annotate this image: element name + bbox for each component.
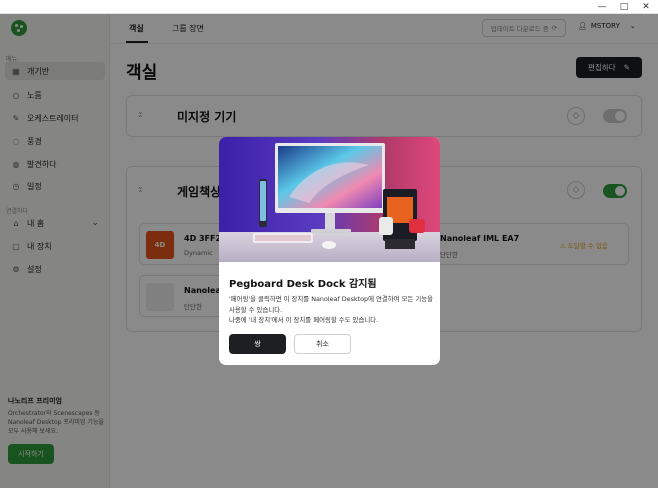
dialog-body-line1: '페어링'을 클릭하면 이 장치를 Nanoleaf Desktop에 연결하여… xyxy=(229,295,433,314)
dialog-title: Pegboard Desk Dock 감지됨 xyxy=(229,279,377,290)
cancel-button[interactable]: 취소 xyxy=(294,334,351,354)
window-titlebar: — □ ✕ xyxy=(0,0,658,14)
dialog-body: '페어링'을 클릭하면 이 장치를 Nanoleaf Desktop에 연결하여… xyxy=(229,294,435,326)
device-detected-dialog: Pegboard Desk Dock 감지됨 '페어링'을 클릭하면 이 장치를… xyxy=(219,137,440,365)
maximize-button[interactable]: □ xyxy=(614,1,634,13)
pegboard-desk-dock-photo xyxy=(219,137,440,262)
dialog-body-line2: 나중에 '내 장치'에서 이 장치를 페어링할 수도 있습니다. xyxy=(229,316,379,324)
pair-button[interactable]: 쌍 xyxy=(229,334,286,354)
close-window-button[interactable]: ✕ xyxy=(636,1,656,13)
minimize-button[interactable]: — xyxy=(592,1,612,13)
